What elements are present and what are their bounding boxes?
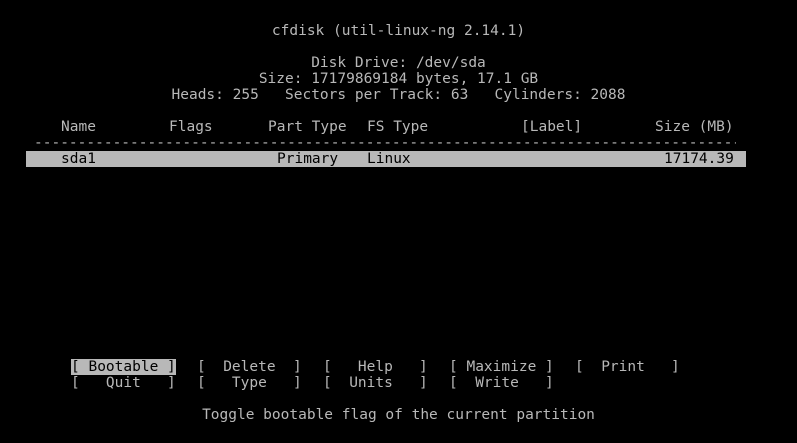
maximize-button[interactable]: [ Maximize ] — [449, 359, 554, 375]
print-button[interactable]: [ Print ] — [575, 359, 680, 375]
column-flags: Flags — [169, 119, 213, 135]
units-button[interactable]: [ Units ] — [323, 375, 428, 391]
column-part-type: Part Type — [268, 119, 347, 135]
table-row[interactable]: sda1 Primary Linux 17174.39 — [26, 151, 746, 167]
column-name: Name — [61, 119, 96, 135]
delete-button[interactable]: [ Delete ] — [197, 359, 302, 375]
partition-size: 17174.39 — [664, 151, 734, 167]
column-fs-type: FS Type — [367, 119, 429, 135]
partition-name: sda1 — [61, 151, 96, 167]
table-separator: ----------------------------------------… — [34, 135, 736, 151]
help-button[interactable]: [ Help ] — [323, 359, 428, 375]
partition-fs-type: Linux — [367, 151, 411, 167]
bootable-button[interactable]: [ Bootable ] — [71, 359, 176, 375]
app-title: cfdisk (util-linux-ng 2.14.1) — [271, 23, 526, 39]
disk-drive-info: Disk Drive: /dev/sda — [311, 55, 486, 71]
column-size: Size (MB) — [655, 119, 734, 135]
type-button[interactable]: [ Type ] — [197, 375, 302, 391]
partition-part-type: Primary — [277, 151, 339, 167]
quit-button[interactable]: [ Quit ] — [71, 375, 176, 391]
disk-size-info: Size: 17179869184 bytes, 17.1 GB — [258, 71, 539, 87]
disk-geometry-info: Heads: 255 Sectors per Track: 63 Cylinde… — [171, 87, 626, 103]
column-label: [Label] — [521, 119, 583, 135]
status-help-text: Toggle bootable flag of the current part… — [202, 407, 595, 423]
write-button[interactable]: [ Write ] — [449, 375, 554, 391]
